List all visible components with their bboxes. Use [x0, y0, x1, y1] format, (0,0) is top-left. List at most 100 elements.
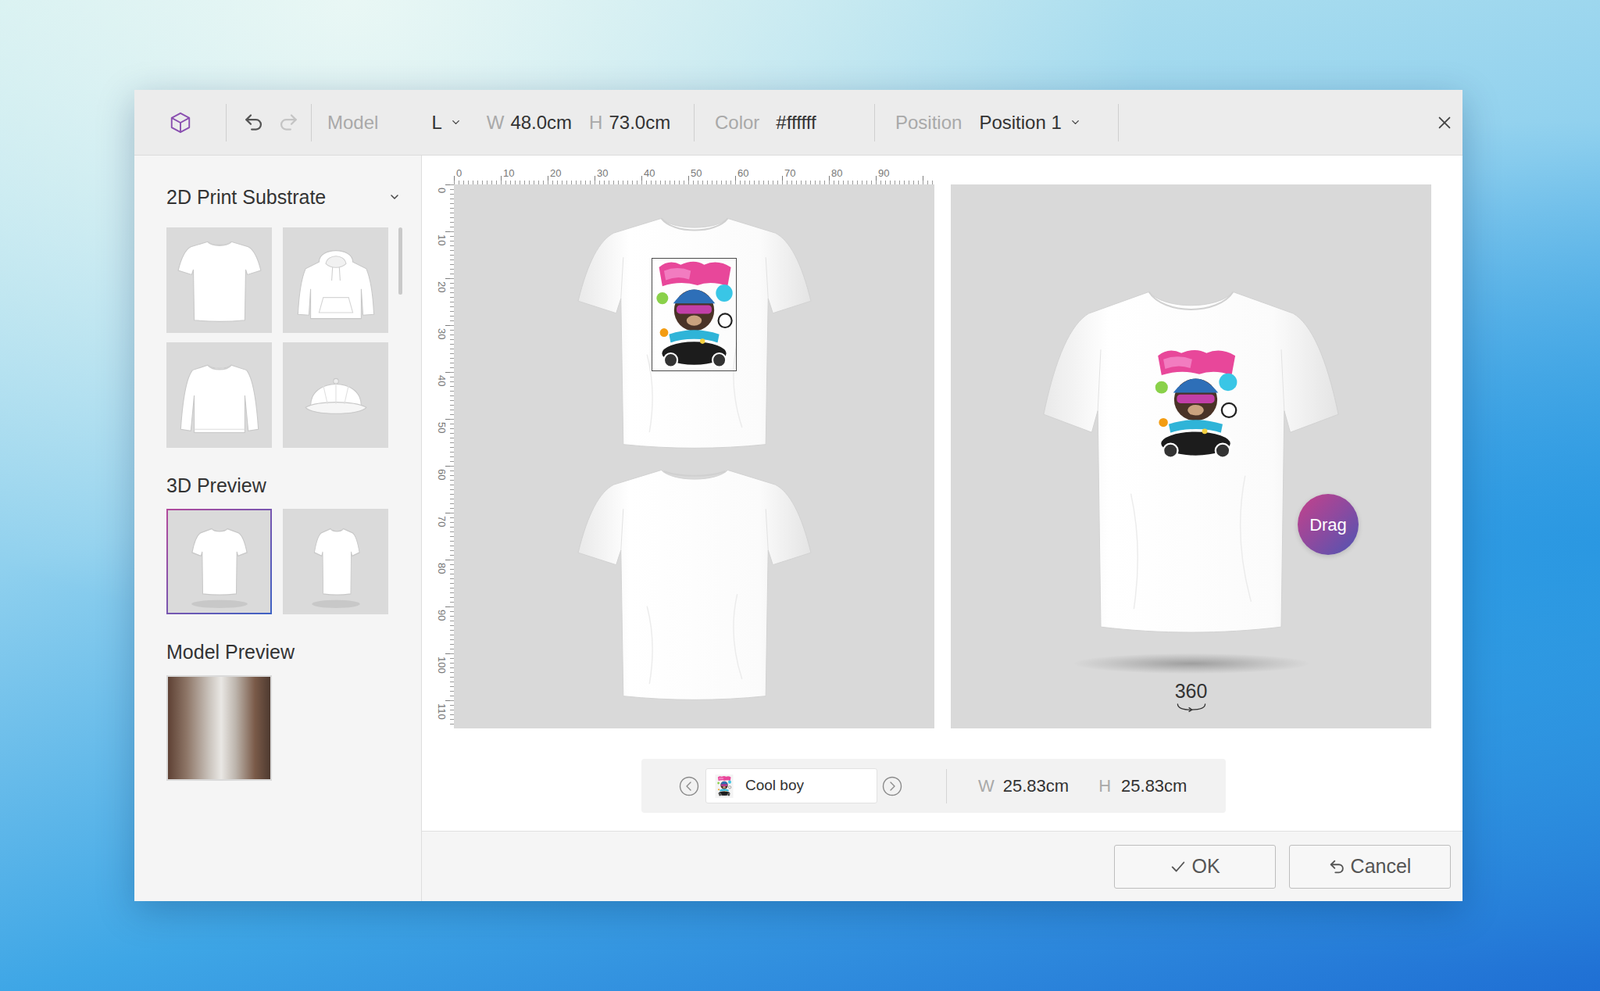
height-label: H [589, 108, 603, 137]
thumbnail-grid [166, 227, 404, 448]
layer-width-value[interactable]: 25.83cm [1003, 772, 1069, 799]
print-canvas [453, 184, 935, 729]
tshirt-icon [177, 238, 262, 323]
ruler-label: 70 [782, 167, 829, 185]
layer-height-label: H [1098, 772, 1111, 799]
model-label: Model [327, 108, 379, 137]
close-button[interactable] [1435, 114, 1454, 132]
section-header[interactable]: 2D Print Substrate [166, 185, 404, 209]
chevron-right-circle-icon [882, 775, 903, 797]
ruler-label: 20 [435, 278, 454, 325]
ok-button[interactable]: OK [1114, 844, 1276, 889]
section-header[interactable]: Model Preview [166, 639, 404, 664]
chevron-left-circle-icon [678, 775, 700, 797]
redo-button[interactable] [277, 111, 299, 133]
undo-button[interactable] [243, 111, 265, 133]
layer-thumbnail-icon [712, 774, 736, 798]
substrate-thumbnail[interactable] [166, 342, 272, 448]
workspace: 0102030405060708090010203040506070809010… [421, 155, 1463, 831]
position-group: PositionPosition 1 [874, 103, 1118, 142]
substrate-thumbnail[interactable] [166, 227, 272, 333]
position-dropdown[interactable]: Position 1 [978, 108, 1081, 137]
substrate-thumbnail[interactable] [166, 508, 272, 615]
tshirt-back-icon [575, 460, 814, 704]
ruler-label: 0 [435, 184, 454, 232]
3d-shirt[interactable] [1040, 277, 1342, 638]
position-value[interactable]: Position 1 [978, 108, 1061, 137]
section-title[interactable]: 2D Print Substrate [166, 185, 326, 209]
model-group: ModelLW48.0cmH73.0cm [310, 103, 694, 142]
layer-height-value[interactable]: 25.83cm [1121, 772, 1187, 799]
thumbnail-grid [166, 508, 404, 615]
history-group [225, 103, 311, 142]
chevron-down-icon [1069, 116, 1082, 129]
bear-artwork-icon [652, 258, 736, 371]
ruler-label: 60 [735, 167, 783, 185]
shirt-shadow [1074, 653, 1309, 674]
size-value[interactable]: L [431, 108, 442, 137]
ruler-label: 30 [435, 325, 454, 372]
height-value[interactable]: 73.0cm [608, 108, 671, 137]
design-preview [1150, 346, 1241, 461]
ruler-label: 40 [641, 167, 689, 185]
color-group: Color #ffffff [693, 103, 875, 142]
substrate-thumbnail[interactable] [166, 675, 272, 781]
layer-selector[interactable]: Cool boy [705, 767, 878, 804]
redo-arrow-icon [277, 111, 299, 133]
substrate-thumbnail[interactable] [282, 508, 389, 615]
next-layer-button[interactable] [882, 775, 903, 797]
cancel-button[interactable]: Cancel [1289, 844, 1451, 889]
ok-label[interactable]: OK [1191, 851, 1220, 882]
cancel-label[interactable]: Cancel [1350, 851, 1412, 882]
undo-arrow-icon [1328, 857, 1347, 875]
ruler-label: 0 [453, 167, 501, 185]
separator [946, 768, 947, 804]
designer-dialog: ModelLW48.0cmH73.0cmColor#ffffffPosition… [134, 89, 1463, 901]
vertical-ruler: 0102030405060708090100110 [435, 184, 454, 729]
rotate-label[interactable]: 360 [1175, 679, 1208, 702]
ruler-label: 40 [435, 371, 454, 419]
cap-icon [293, 353, 379, 438]
substrate-thumbnail[interactable] [282, 227, 389, 333]
ruler-label: 110 [435, 700, 454, 729]
shirt-front-icon [169, 511, 270, 612]
layer-width-label: W [978, 772, 995, 799]
bear-artwork-icon [1150, 346, 1241, 461]
color-value[interactable]: #ffffff [775, 108, 816, 137]
thumbnail-grid [166, 675, 404, 781]
sweatshirt-icon [177, 353, 262, 438]
substrate-thumbnail[interactable] [282, 342, 389, 448]
rotate-control[interactable]: 360 [1174, 679, 1209, 712]
section-header[interactable]: 3D Preview [166, 473, 404, 497]
model-photo [167, 676, 271, 779]
ruler-label: 90 [875, 167, 923, 185]
ruler-label: 50 [435, 418, 454, 466]
section-title[interactable]: Model Preview [166, 639, 295, 664]
chevron-down-icon [388, 190, 401, 204]
ruler-label: 90 [435, 606, 454, 654]
drag-button[interactable]: Drag [1297, 493, 1359, 555]
front-view [575, 208, 814, 452]
checkmark-icon [1169, 857, 1187, 875]
sidebar-scrollbar[interactable] [398, 227, 403, 295]
width-value[interactable]: 48.0cm [510, 108, 572, 137]
ruler-label: 50 [688, 167, 736, 185]
horizontal-ruler: 0102030405060708090 [453, 167, 935, 185]
size-dropdown[interactable]: L [431, 108, 461, 137]
toolbar: ModelLW48.0cmH73.0cmColor#ffffffPosition… [134, 89, 1463, 156]
close-x-icon [1435, 114, 1454, 132]
3d-preview[interactable]: 360 Drag [950, 184, 1432, 729]
prev-layer-button[interactable] [678, 775, 700, 797]
layer-bar: Cool boy W 25.83cm H 25.83cm [641, 758, 1226, 813]
ruler-label: 20 [547, 167, 595, 185]
section-title[interactable]: 3D Preview [166, 473, 267, 497]
dialog-footer: OK Cancel [421, 830, 1463, 901]
drag-label[interactable]: Drag [1309, 511, 1347, 538]
color-label: Color [714, 108, 760, 137]
layer-name[interactable]: Cool boy [745, 774, 804, 797]
ruler-label: 80 [435, 559, 454, 607]
back-view [575, 460, 814, 704]
ruler-label: 10 [500, 167, 548, 185]
design-bounding-box[interactable] [651, 257, 737, 372]
dialog-body: 2D Print Substrate 3D Preview Model Previe… [134, 155, 1463, 901]
